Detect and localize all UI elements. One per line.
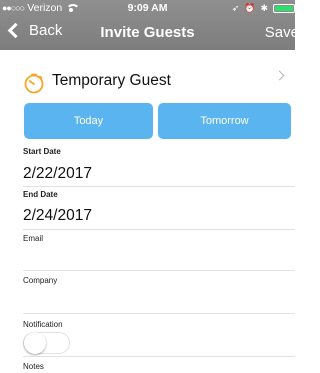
navigation-bar: ●●○○○ Verizon 9:09 AM ➶ ⏰ ✱ Back Invite … [0,0,299,50]
end-date-label: End Date [23,190,58,199]
notification-toggle[interactable] [23,332,70,354]
end-date-field[interactable]: 2/24/2017 [23,207,92,225]
divider [23,186,295,187]
chevron-right-icon [274,70,285,81]
bluetooth-icon: ✱ [260,3,268,13]
divider [23,356,295,357]
company-label: Company [23,276,58,285]
divider [23,229,295,230]
guest-type-label: Temporary Guest [52,72,171,89]
battery-icon [273,4,295,13]
status-indicators: ➶ ⏰ ✱ [232,3,295,14]
divider [23,270,295,271]
location-icon: ➶ [231,3,240,13]
save-button[interactable]: Save [265,24,299,41]
alarm-icon: ⏰ [244,3,256,13]
company-field[interactable] [23,289,293,311]
start-date-label: Start Date [23,147,61,156]
tomorrow-button[interactable]: Tomorrow [158,103,291,139]
start-date-field[interactable]: 2/22/2017 [23,165,92,183]
notes-label: Notes [23,362,44,371]
email-field[interactable] [23,246,293,268]
today-button[interactable]: Today [24,103,153,139]
status-bar: ●●○○○ Verizon 9:09 AM ➶ ⏰ ✱ [0,0,295,17]
page-title: Invite Guests [100,24,195,41]
notification-label: Notification [23,320,63,329]
toggle-knob [24,332,46,354]
guest-type-selector[interactable]: Temporary Guest [0,62,295,98]
email-label: Email [23,234,44,243]
timer-icon [24,73,44,94]
divider [23,313,295,314]
